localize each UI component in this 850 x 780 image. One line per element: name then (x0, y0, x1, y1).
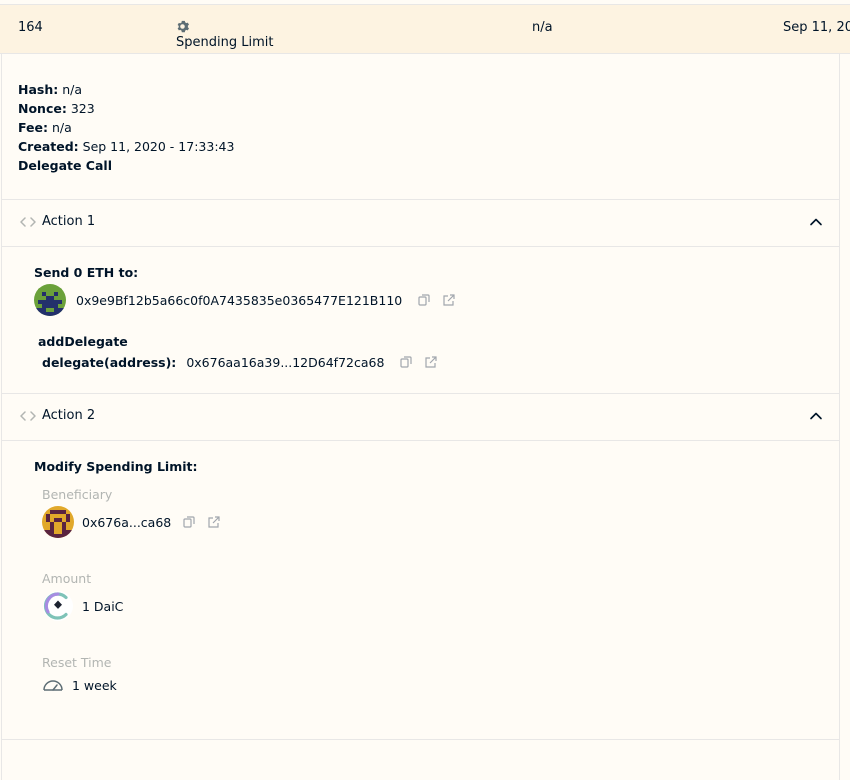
external-link-icon[interactable] (422, 354, 438, 370)
action-1-title: Action 1 (42, 214, 96, 229)
param-label: delegate(address): (42, 354, 177, 370)
nonce-line: Nonce: 323 (18, 99, 234, 118)
action-2-label-group: Action 2 (20, 408, 95, 423)
param-row: delegate(address): 0x676aa16a39...12D64f… (42, 354, 438, 370)
token-icon (43, 591, 73, 621)
copy-icon[interactable] (416, 292, 432, 308)
tx-details: Hash: n/a Nonce: 323 Fee: n/a Created: S… (18, 80, 234, 175)
tx-type-label: Spending Limit (176, 35, 274, 50)
external-link-icon[interactable] (205, 514, 221, 530)
created-value: Sep 11, 2020 - 17:33:43 (82, 139, 235, 154)
beneficiary-label: Beneficiary (42, 487, 113, 502)
recipient-address: 0x9e9Bf12b5a66c0f0A7435835e0365477E121B1… (76, 292, 403, 308)
method-name: addDelegate (38, 334, 128, 349)
nonce-label: Nonce: (18, 101, 67, 116)
fee-line: Fee: n/a (18, 118, 234, 137)
divider (2, 739, 839, 740)
fee-label: Fee: (18, 120, 48, 135)
hash-value: n/a (62, 82, 83, 97)
param-value: 0x676aa16a39...12D64f72ca68 (186, 354, 385, 370)
copy-icon[interactable] (398, 354, 414, 370)
divider (2, 440, 839, 441)
right-border (839, 53, 840, 780)
reset-time-label: Reset Time (42, 655, 112, 670)
transaction-row-header[interactable]: 164 Spending Limit n/a Sep 11, 2020 (0, 4, 850, 54)
amount-value: 1 DaiC (82, 598, 124, 614)
beneficiary-row: 0x676a...ca68 (42, 506, 221, 538)
operation-line: Delegate Call (18, 156, 234, 175)
external-link-icon[interactable] (440, 292, 456, 308)
hash-line: Hash: n/a (18, 80, 234, 99)
tx-nonce: 164 (18, 20, 43, 35)
reset-time-row: 1 week (42, 676, 117, 694)
hash-label: Hash: (18, 82, 59, 97)
beneficiary-address: 0x676a...ca68 (82, 514, 172, 530)
tx-amount: n/a (532, 20, 553, 35)
tx-type: Spending Limit (176, 20, 273, 50)
chevron-up-icon[interactable] (809, 409, 823, 423)
copy-icon[interactable] (181, 514, 197, 530)
amount-row: 1 DaiC (42, 590, 123, 622)
transaction-details-panel: 164 Spending Limit n/a Sep 11, 2020 Hash… (0, 0, 850, 780)
recipient-row: 0x9e9Bf12b5a66c0f0A7435835e0365477E121B1… (34, 284, 456, 316)
amount-label: Amount (42, 571, 92, 586)
action-1-label-group: Action 1 (20, 214, 95, 229)
chevron-up-icon[interactable] (809, 215, 823, 229)
code-icon (20, 410, 36, 421)
action-2-toggle[interactable]: Action 2 (2, 393, 839, 439)
tx-date: Sep 11, 2020 (783, 20, 850, 35)
operation-label: Delegate Call (18, 158, 112, 173)
speedometer-icon (43, 680, 63, 691)
created-line: Created: Sep 11, 2020 - 17:33:43 (18, 137, 234, 156)
created-label: Created: (18, 139, 79, 154)
send-label: Send 0 ETH to: (34, 265, 139, 280)
action-1-toggle[interactable]: Action 1 (2, 199, 839, 245)
modify-heading: Modify Spending Limit: (34, 459, 198, 474)
code-icon (20, 216, 36, 227)
fee-value: n/a (51, 120, 72, 135)
action-2-title: Action 2 (42, 408, 96, 423)
identicon-avatar (34, 284, 66, 316)
reset-time-value: 1 week (72, 677, 117, 693)
identicon-avatar (42, 506, 74, 538)
nonce-value: 323 (70, 101, 95, 116)
gear-icon (177, 20, 189, 33)
divider (2, 246, 839, 247)
